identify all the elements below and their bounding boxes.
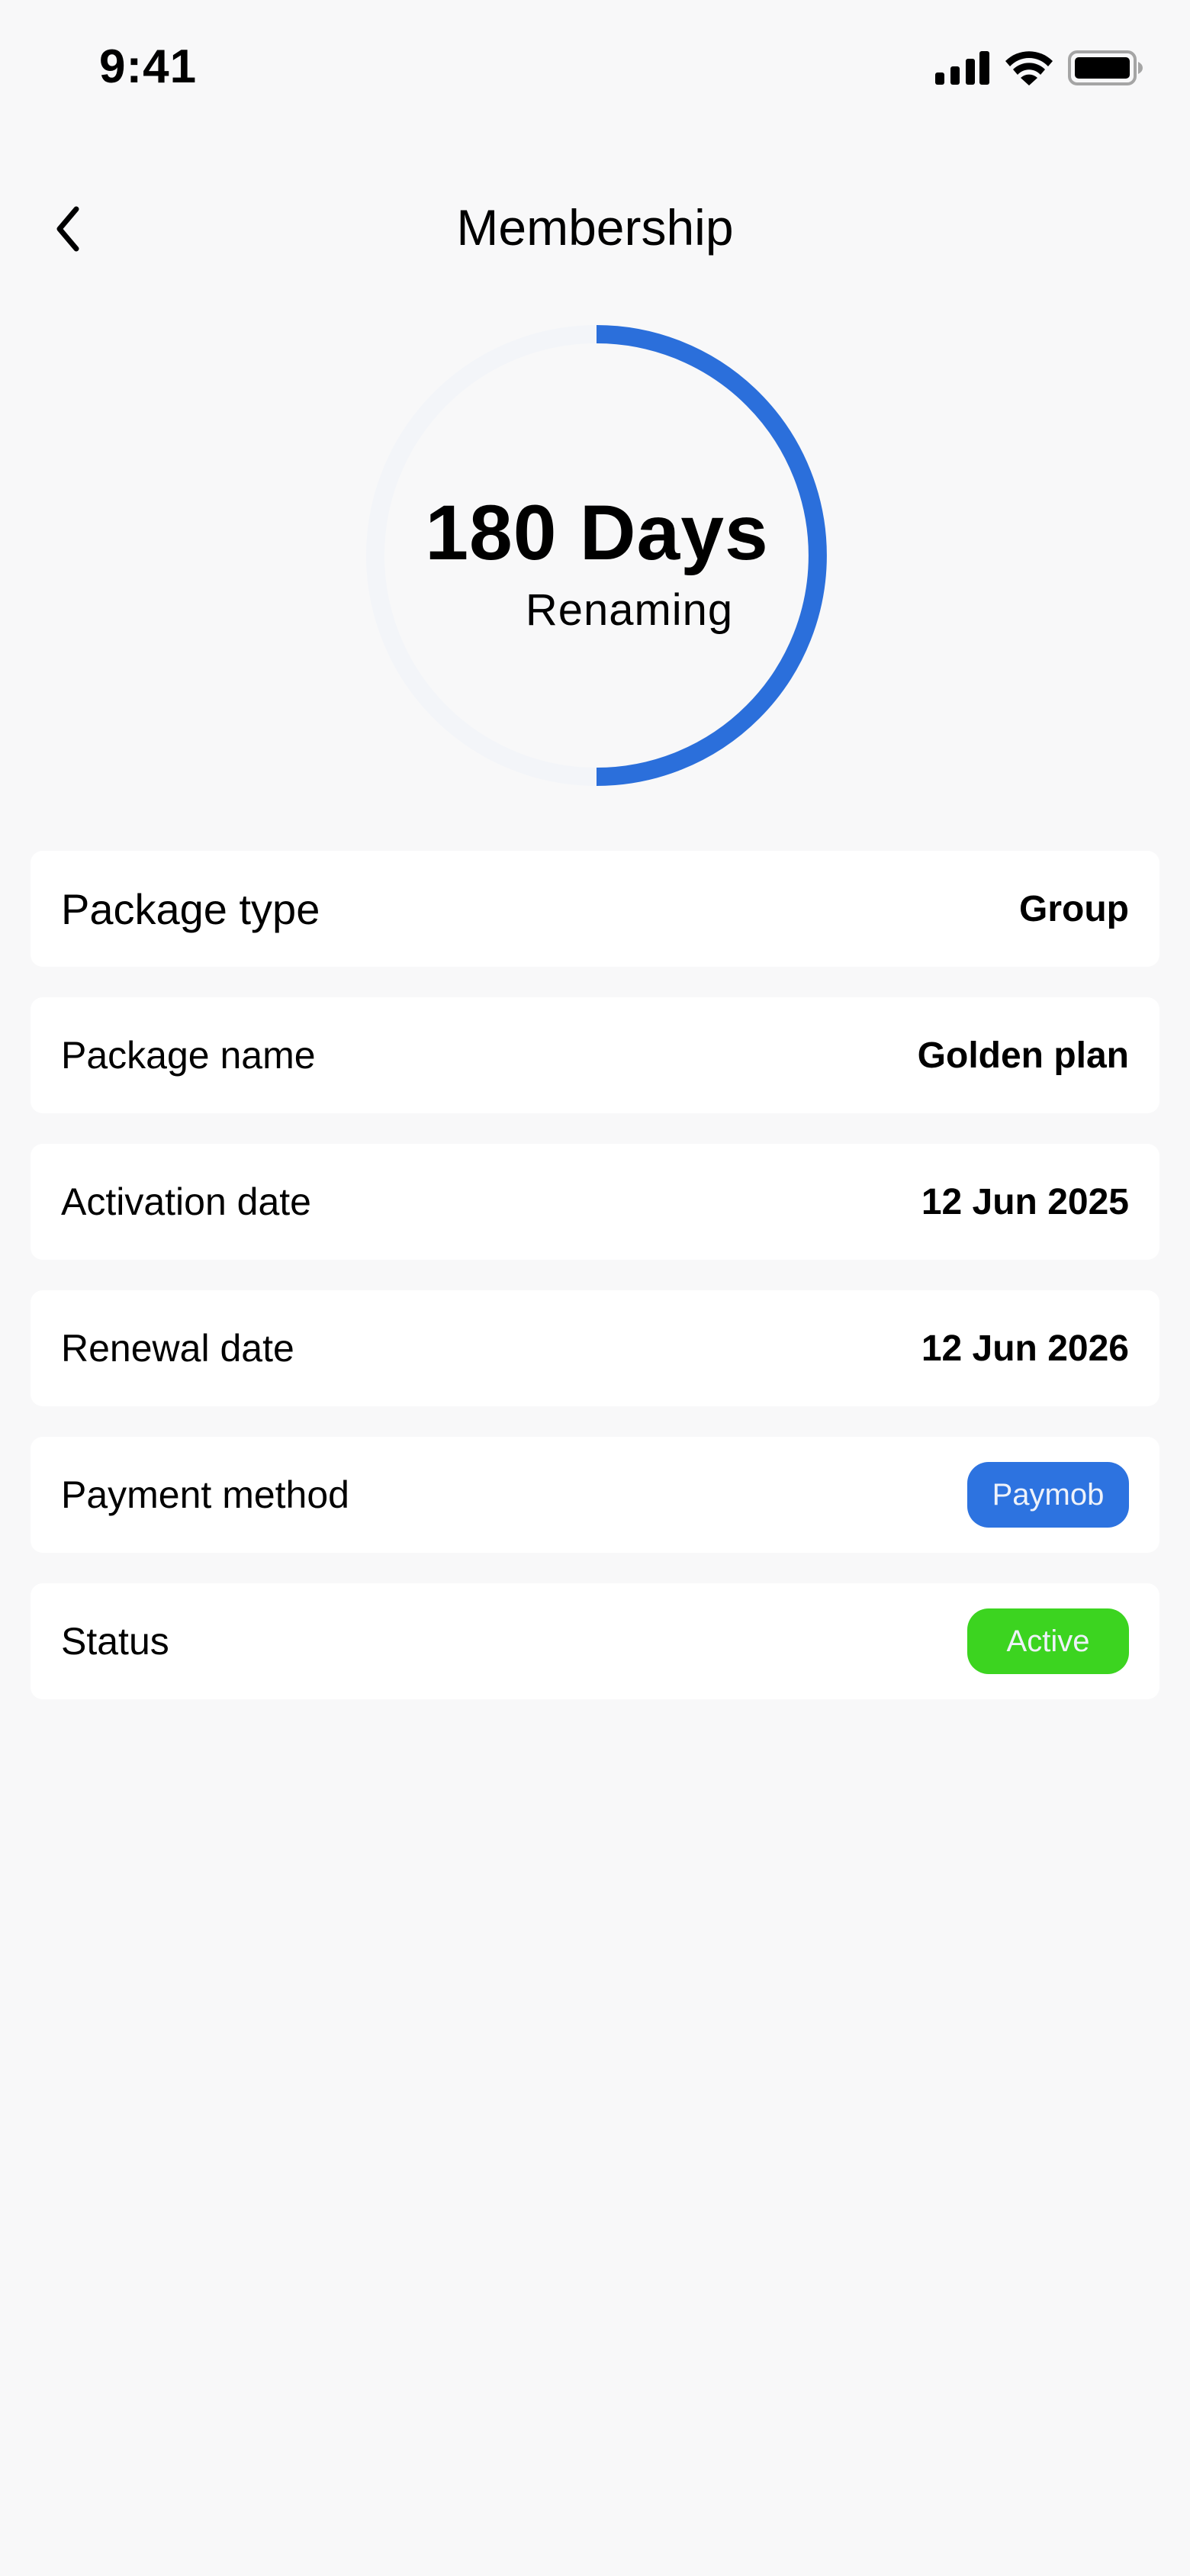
detail-row-status: Status Active <box>31 1583 1159 1699</box>
page-title: Membership <box>456 199 734 256</box>
status-icons <box>935 50 1144 89</box>
detail-label: Package name <box>61 1034 316 1077</box>
gauge-caption: Renaming <box>525 585 734 635</box>
detail-value: 12 Jun 2026 <box>921 1328 1129 1369</box>
detail-value: 12 Jun 2025 <box>921 1181 1129 1222</box>
cellular-signal-icon <box>935 51 990 89</box>
detail-label: Status <box>61 1620 169 1663</box>
detail-value: Golden plan <box>917 1035 1129 1076</box>
status-badge: Active <box>967 1608 1129 1674</box>
detail-row-activation-date: Activation date 12 Jun 2025 <box>31 1144 1159 1260</box>
detail-label: Renewal date <box>61 1327 294 1370</box>
detail-row-package-type: Package type Group <box>31 851 1159 967</box>
battery-icon <box>1068 50 1144 89</box>
payment-method-badge: Paymob <box>967 1462 1129 1528</box>
membership-details: Package type Group Package name Golden p… <box>31 851 1159 1730</box>
gauge-value: 180 Days <box>425 489 769 576</box>
detail-row-payment-method: Payment method Paymob <box>31 1437 1159 1553</box>
nav-bar: Membership <box>0 183 1190 275</box>
status-bar: 9:41 <box>0 0 1190 137</box>
remaining-days-gauge: 180 Days Renaming <box>0 305 1190 824</box>
detail-label: Payment method <box>61 1473 349 1516</box>
wifi-icon <box>1004 50 1054 89</box>
detail-label: Activation date <box>61 1180 311 1223</box>
detail-row-package-name: Package name Golden plan <box>31 997 1159 1113</box>
status-time: 9:41 <box>99 40 198 93</box>
detail-label: Package type <box>61 884 320 933</box>
detail-row-renewal-date: Renewal date 12 Jun 2026 <box>31 1290 1159 1406</box>
detail-value: Group <box>1019 888 1129 929</box>
